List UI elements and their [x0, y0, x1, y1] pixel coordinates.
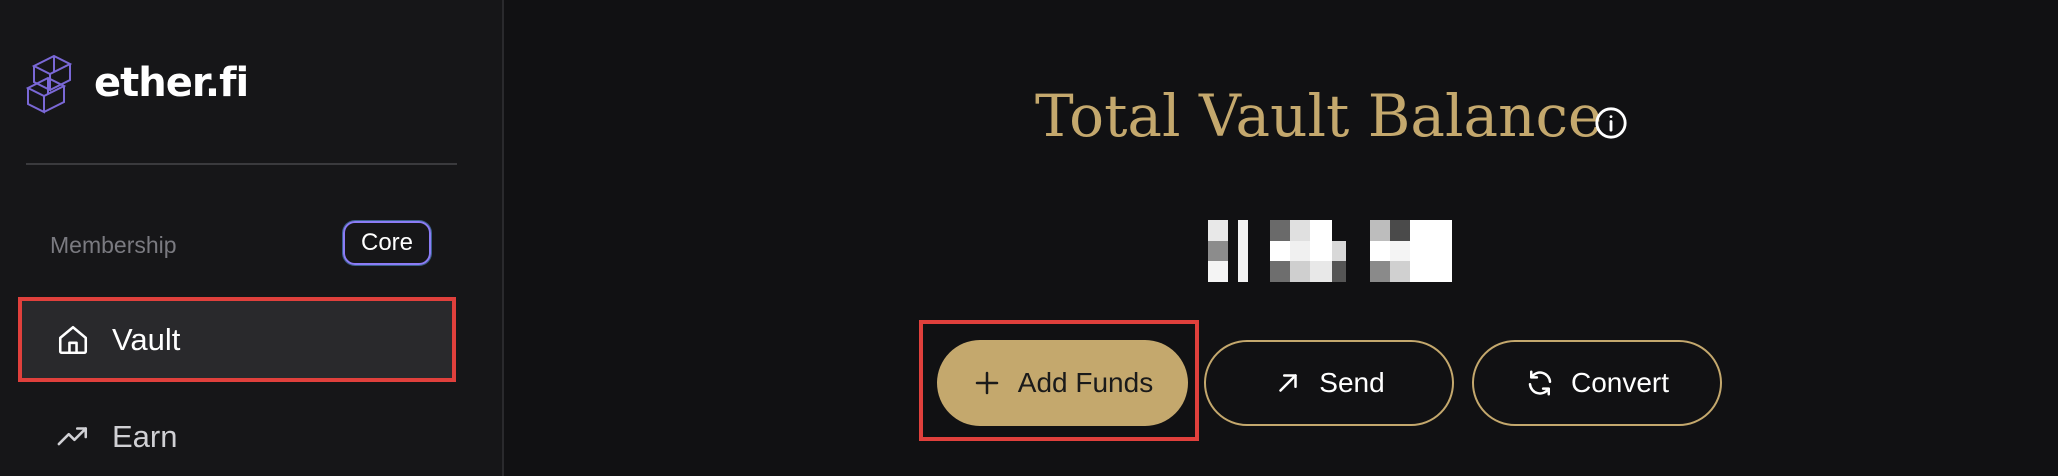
- add-funds-button[interactable]: Add Funds: [937, 340, 1188, 426]
- refresh-icon: [1528, 370, 1552, 396]
- sidebar: ether.fi Membership Core Vault Earn: [0, 0, 504, 476]
- arrow-up-right-icon: [1279, 374, 1298, 392]
- ether-fi-logo-icon: [25, 54, 73, 114]
- trending-up-icon: [57, 427, 88, 446]
- home-icon: [58, 325, 88, 354]
- logo[interactable]: ether.fi: [24, 48, 249, 118]
- sidebar-item-label: Earn: [112, 419, 178, 454]
- send-label: Send: [1319, 367, 1385, 398]
- logo-text: ether.fi: [94, 60, 249, 106]
- page-title: Total Vault Balance: [1035, 82, 1603, 150]
- membership-label: Membership: [50, 232, 177, 258]
- sidebar-item-vault[interactable]: Vault: [18, 297, 456, 382]
- convert-button[interactable]: Convert: [1472, 340, 1722, 426]
- sidebar-item-label: Vault: [112, 321, 181, 357]
- balance-value-redacted: [1208, 220, 1452, 282]
- info-icon[interactable]: [1594, 106, 1628, 140]
- sidebar-divider: [26, 163, 457, 165]
- plus-icon: [975, 371, 999, 395]
- membership-tier-badge[interactable]: Core: [343, 221, 431, 265]
- sidebar-item-earn[interactable]: Earn: [22, 400, 452, 474]
- send-button[interactable]: Send: [1204, 340, 1454, 426]
- convert-label: Convert: [1570, 367, 1670, 398]
- add-funds-label: Add Funds: [1017, 367, 1154, 398]
